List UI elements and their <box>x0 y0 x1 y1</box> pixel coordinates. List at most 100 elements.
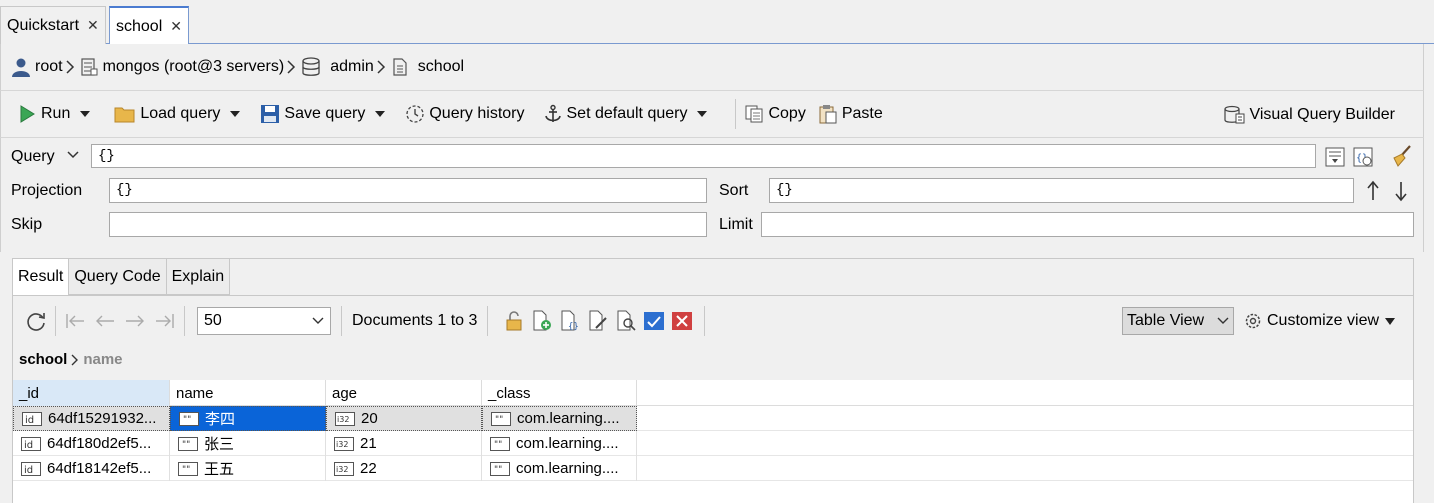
tab-label: Quickstart <box>7 16 80 34</box>
breadcrumb-collection[interactable]: school <box>390 57 464 77</box>
limit-input[interactable] <box>761 212 1414 237</box>
documents-table: _id name age _class id 64df15291932... ""… <box>13 380 1413 503</box>
cell-name[interactable]: "" 李四 <box>170 406 326 431</box>
editor-tab-bar: Quickstart ✕ school ✕ <box>0 0 1434 45</box>
skip-input[interactable] <box>109 212 707 237</box>
cell-id[interactable]: id 64df15291932... <box>13 406 170 431</box>
table-row[interactable]: id 64df18142ef5... "" 王五 i32 22 "" com.learn… <box>13 456 1413 481</box>
dropdown-arrow-icon <box>1385 312 1396 330</box>
query-input[interactable]: {} <box>91 144 1316 168</box>
sort-input[interactable]: {} <box>769 178 1354 203</box>
edit-json-icon[interactable]: {} <box>559 310 581 332</box>
tab-quickstart[interactable]: Quickstart ✕ <box>0 6 106 44</box>
cell-age[interactable]: i32 20 <box>326 406 482 431</box>
run-dropdown-icon[interactable] <box>80 111 94 117</box>
cell-id[interactable]: id 64df18142ef5... <box>13 456 170 481</box>
table-row[interactable]: id 64df15291932... "" 李四 i32 20 "" com.learn… <box>13 406 1413 431</box>
first-page-icon[interactable] <box>64 312 86 330</box>
toolbar-divider <box>55 305 56 336</box>
chevron-down-icon <box>312 312 324 330</box>
column-header-age[interactable]: age <box>326 380 482 406</box>
tab-result[interactable]: Result <box>13 259 70 295</box>
floppy-disk-icon <box>261 105 280 123</box>
sort-ascending-icon[interactable] <box>1365 180 1381 202</box>
tab-label: school <box>116 17 163 35</box>
column-header-name[interactable]: name <box>170 380 326 406</box>
cell-id[interactable]: id 64df180d2ef5... <box>13 431 170 456</box>
projection-input[interactable]: {} <box>109 178 707 203</box>
folder-icon <box>114 107 135 123</box>
svg-text:i32: i32 <box>336 440 348 449</box>
cell-class[interactable]: "" com.learning.... <box>482 456 637 481</box>
history-icon <box>406 105 425 123</box>
copy-icon <box>745 105 763 123</box>
edit-document-icon[interactable] <box>587 310 609 332</box>
next-page-icon[interactable] <box>124 312 146 330</box>
svg-text:id: id <box>24 440 33 451</box>
close-icon[interactable]: ✕ <box>170 18 182 35</box>
query-form: Query {} {} Projection {} Sort {} Skip L… <box>0 138 1424 252</box>
query-history-button[interactable]: Query history <box>405 99 525 129</box>
view-document-icon[interactable] <box>615 310 637 332</box>
set-default-query-dropdown-icon[interactable] <box>697 111 711 117</box>
customize-view-button[interactable]: Customize view <box>1243 307 1396 335</box>
sort-descending-icon[interactable] <box>1393 180 1409 202</box>
page-size-select[interactable]: 50 <box>197 306 331 335</box>
load-query-dropdown-icon[interactable] <box>230 111 244 117</box>
visual-query-builder-button[interactable]: Visual Query Builder <box>1223 100 1395 130</box>
table-row[interactable]: id 64df180d2ef5... "" 张三 i32 21 "" com.learn… <box>13 431 1413 456</box>
tab-query-code[interactable]: Query Code <box>69 259 167 295</box>
string-type-icon: "" <box>490 461 510 476</box>
sort-label: Sort <box>719 182 749 199</box>
cell-age[interactable]: i32 22 <box>326 456 482 481</box>
query-toolbar: Run Load query Save query Query history … <box>0 90 1424 138</box>
chevron-down-icon[interactable] <box>67 151 79 159</box>
cell-name[interactable]: "" 张三 <box>170 431 326 456</box>
toolbar-divider <box>184 305 185 336</box>
breadcrumb-user[interactable]: root <box>11 57 63 77</box>
column-header-id[interactable]: _id <box>13 380 170 406</box>
cell-class[interactable]: "" com.learning.... <box>482 406 637 431</box>
clipboard-icon <box>819 105 837 124</box>
view-mode-select[interactable]: Table View <box>1122 307 1234 335</box>
result-tabs: Result Query Code Explain <box>13 259 231 295</box>
last-page-icon[interactable] <box>154 312 176 330</box>
column-header-class[interactable]: _class <box>482 380 637 406</box>
unlock-icon[interactable] <box>503 310 525 332</box>
add-document-icon[interactable] <box>531 310 553 332</box>
cell-name[interactable]: "" 王五 <box>170 456 326 481</box>
clear-broom-icon[interactable] <box>1390 144 1414 168</box>
projection-label: Projection <box>11 182 83 199</box>
load-query-button[interactable]: Load query <box>114 99 248 129</box>
paste-button[interactable]: Paste <box>818 99 883 129</box>
cell-class[interactable]: "" com.learning.... <box>482 431 637 456</box>
svg-text:"": "" <box>494 465 502 475</box>
refresh-icon[interactable] <box>25 310 47 332</box>
objectid-type-icon: id <box>22 411 42 426</box>
result-breadcrumb: school name <box>19 351 123 368</box>
close-icon[interactable]: ✕ <box>87 17 99 34</box>
save-query-button[interactable]: Save query <box>260 99 393 129</box>
set-default-query-button[interactable]: Set default query <box>543 99 716 129</box>
delete-document-icon[interactable] <box>671 310 693 332</box>
breadcrumb-field[interactable]: name <box>83 351 122 368</box>
copy-button[interactable]: Copy <box>744 99 806 129</box>
query-settings-icon[interactable]: {} <box>1352 146 1374 168</box>
objectid-type-icon: id <box>21 461 41 476</box>
breadcrumb-server[interactable]: mongos (root@3 servers) <box>79 57 284 77</box>
validate-icon[interactable] <box>643 310 665 332</box>
tab-school[interactable]: school ✕ <box>109 6 189 45</box>
previous-page-icon[interactable] <box>94 312 116 330</box>
tab-explain[interactable]: Explain <box>166 259 231 295</box>
server-icon <box>80 58 98 76</box>
svg-text:i32: i32 <box>336 465 348 474</box>
int32-type-icon: i32 <box>334 461 354 476</box>
collection-icon <box>393 58 407 76</box>
breadcrumb-database[interactable]: admin <box>300 57 374 77</box>
cell-age[interactable]: i32 21 <box>326 431 482 456</box>
save-query-dropdown-icon[interactable] <box>375 111 389 117</box>
breadcrumb-collection[interactable]: school <box>19 351 67 368</box>
run-button[interactable]: Run <box>17 99 98 129</box>
format-query-icon[interactable] <box>1324 146 1346 168</box>
toolbar-divider <box>735 99 737 129</box>
